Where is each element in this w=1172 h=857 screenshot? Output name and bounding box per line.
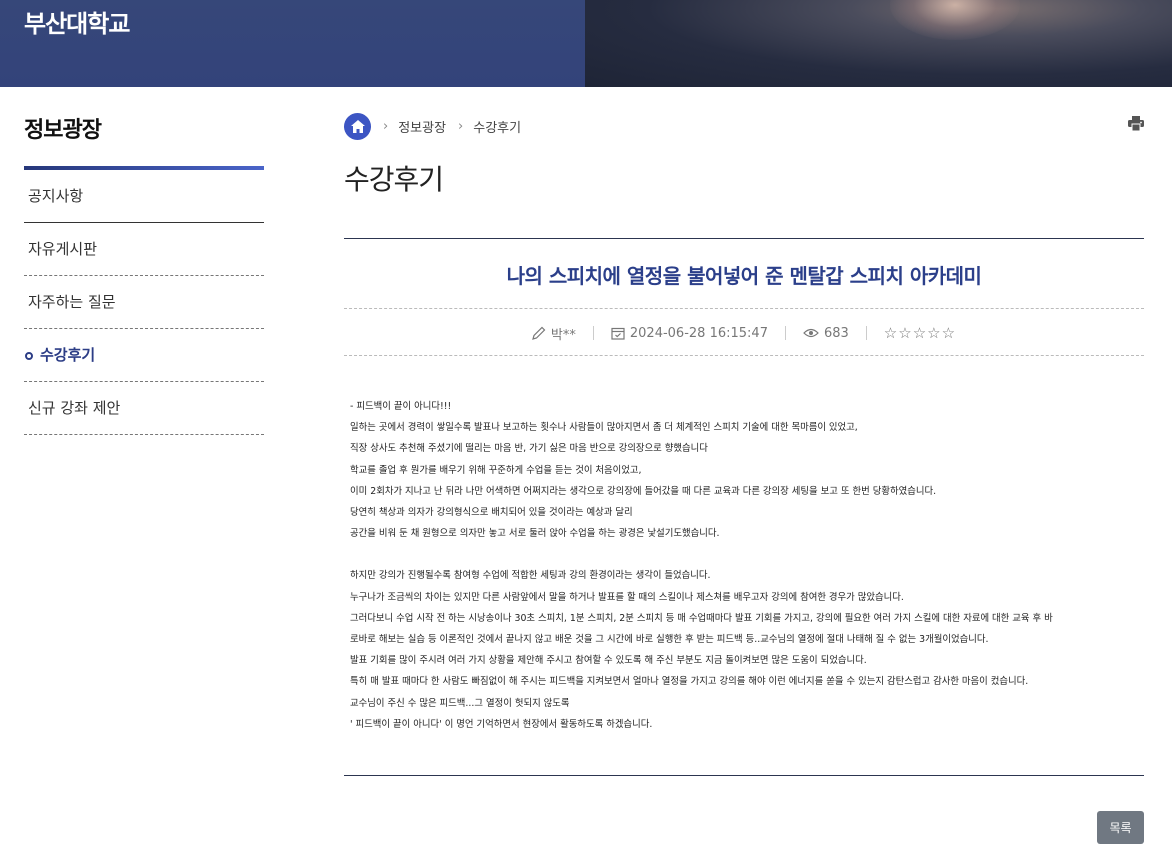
body-line: 이미 2회차가 지나고 난 뒤라 나만 어색하면 어쩌지라는 생각으로 강의장에…	[350, 485, 937, 497]
sidebar-item-label: 공지사항	[28, 187, 84, 205]
body-line: 직장 상사도 추천해 주셨기에 떨리는 마음 반, 가기 싫은 마음 반으로 강…	[350, 443, 708, 455]
site-header: 부산대학교	[0, 0, 1172, 87]
post-title: 나의 스피치에 열정을 불어넣어 준 멘탈갑 스피치 아카데미	[506, 264, 982, 288]
body-line: 발표 기회를 많이 주시려 여러 가지 상황을 제안해 주시고 참여할 수 있도…	[350, 655, 867, 667]
pencil-icon	[532, 326, 546, 340]
body-line: 교수님이 주신 수 많은 피드백...그 열정이 헛되지 않도록	[350, 697, 570, 709]
body-line: 하지만 강의가 진행될수록 참여형 수업에 적합한 세팅과 강의 환경이라는 생…	[350, 570, 711, 582]
sidebar-menu: 공지사항 자유게시판 자주하는 질문 수강후기 신규 강좌 제안	[24, 170, 264, 435]
body-line: 로바로 해보는 실습 등 이론적인 것에서 끝나지 않고 배운 것을 그 시간에…	[350, 634, 989, 646]
print-icon[interactable]	[1128, 116, 1144, 135]
site-logo[interactable]: 부산대학교	[24, 4, 130, 39]
sidebar-item-notice[interactable]: 공지사항	[24, 170, 264, 223]
meta-separator	[865, 326, 867, 340]
sidebar-title: 정보광장	[24, 118, 102, 143]
sidebar-item-label: 자주하는 질문	[28, 293, 116, 311]
sidebar-item-faq[interactable]: 자주하는 질문	[24, 276, 264, 329]
breadcrumb-item-current[interactable]: 수강후기	[473, 117, 521, 136]
post-meta: 박** 2024-06-28 16:15:47 683 ☆☆☆☆☆	[344, 320, 1144, 346]
eye-icon	[803, 328, 819, 338]
body-line: ' 피드백이 끝이 아니다' 이 명언 기억하면서 현장에서 활동하도록 하겠습…	[350, 718, 653, 730]
breadcrumb: › 정보광장 › 수강후기	[344, 112, 1144, 140]
chevron-right-icon: ›	[458, 118, 464, 134]
header-banner-image	[585, 0, 1172, 87]
body-line: 그러다보니 수업 시작 전 하는 시낭송이나 30초 스피치, 1분 스피치, …	[350, 612, 1053, 624]
sidebar-item-course-proposal[interactable]: 신규 강좌 제안	[24, 382, 264, 435]
post-datetime: 2024-06-28 16:15:47	[629, 325, 768, 341]
home-icon[interactable]	[344, 112, 371, 140]
body-blank-line	[350, 544, 1140, 565]
body-line: 학교를 졸업 후 뭔가를 배우기 위해 꾸준하게 수업을 듣는 것이 처음이었고…	[350, 464, 642, 476]
star-icon: ☆	[941, 324, 957, 342]
divider	[344, 775, 1144, 776]
sidebar: 정보광장 공지사항 자유게시판 자주하는 질문 수강후기 신규 강좌 제안	[24, 112, 264, 435]
sidebar-item-label: 자유게시판	[28, 240, 98, 258]
meta-separator	[592, 326, 594, 340]
post-author: 박**	[532, 324, 576, 343]
star-icon: ☆	[912, 324, 928, 342]
page-title: 수강후기	[344, 163, 444, 196]
body-line: 누구나가 조금씩의 차이는 있지만 다른 사람앞에서 말을 하거나 발표를 할 …	[350, 591, 904, 603]
post-views: 683	[803, 326, 849, 341]
body-line: - 피드백이 끝이 아니다!!!	[350, 401, 452, 412]
body-line: 일하는 곳에서 경력이 쌓일수록 발표나 보고하는 횟수나 사람들이 많아지면서…	[350, 422, 858, 434]
divider	[344, 308, 1144, 309]
body-line: 당연히 책상과 의자가 강의형식으로 배치되어 있을 것이라는 예상과 달리	[350, 507, 633, 519]
star-icon: ☆	[898, 324, 913, 342]
sidebar-item-free-board[interactable]: 자유게시판	[24, 223, 264, 276]
divider	[344, 355, 1144, 356]
star-icon: ☆	[883, 324, 899, 342]
breadcrumb-item[interactable]: 정보광장	[398, 117, 446, 136]
divider	[344, 238, 1144, 239]
sidebar-item-label: 수강후기	[40, 346, 96, 364]
sidebar-item-label: 신규 강좌 제안	[28, 399, 121, 417]
post-body: - 피드백이 끝이 아니다!!! 일하는 곳에서 경력이 쌓일수록 발표나 보고…	[350, 396, 1140, 735]
calendar-icon	[611, 327, 625, 340]
rating-stars: ☆☆☆☆☆	[884, 324, 956, 342]
body-line: 특히 매 발표 때마다 한 사람도 빠짐없이 해 주시는 피드백을 지켜보면서 …	[350, 676, 1029, 688]
sidebar-item-reviews[interactable]: 수강후기	[24, 329, 264, 382]
author-name: 박**	[550, 327, 576, 343]
view-count: 683	[823, 325, 849, 341]
chevron-right-icon: ›	[383, 118, 389, 134]
list-button[interactable]: 목록	[1097, 811, 1144, 844]
body-line: 공간을 비워 둔 채 원형으로 의자만 놓고 서로 둘러 앉아 수업을 하는 광…	[350, 528, 720, 540]
star-icon: ☆	[927, 324, 942, 342]
meta-separator	[784, 326, 786, 340]
main-content: › 정보광장 › 수강후기 수강후기 나의 스피치에 열정을 불어넣어 준 멘탈…	[344, 112, 1144, 844]
active-dot-icon	[25, 352, 33, 360]
post-date: 2024-06-28 16:15:47	[611, 326, 768, 341]
